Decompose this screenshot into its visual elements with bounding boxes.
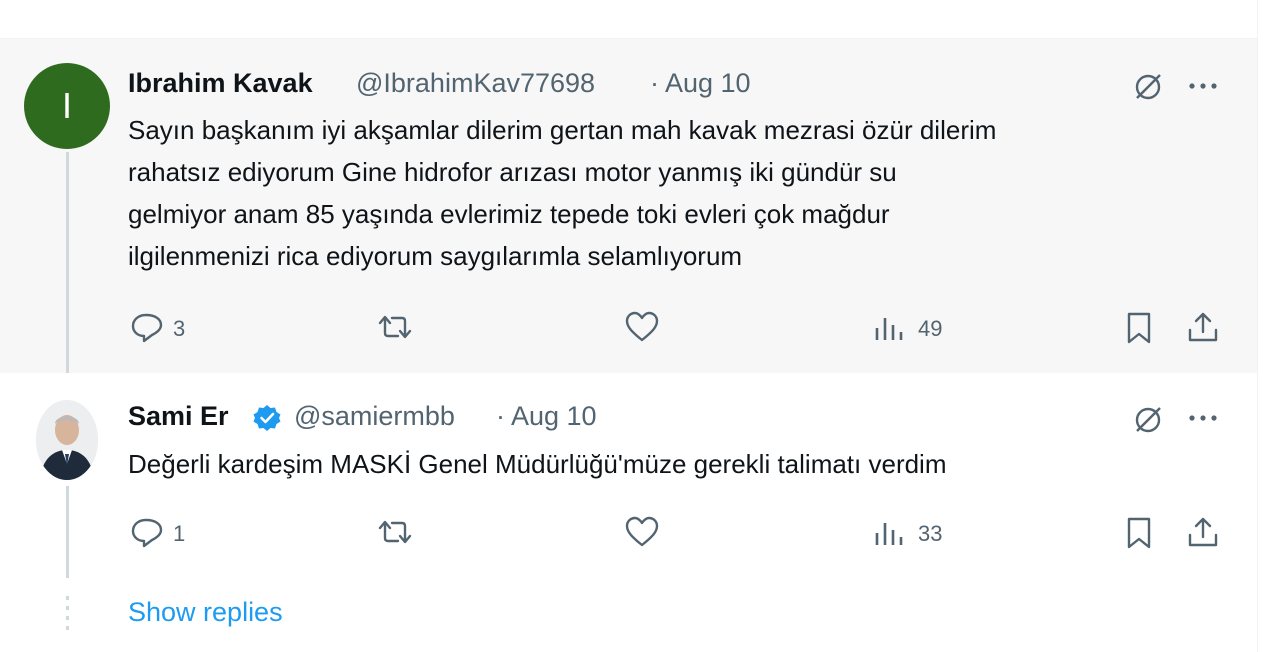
- tweet-text-line: ilgilenmenizi rica ediyorum saygılarımla…: [128, 241, 743, 271]
- grok-icon[interactable]: [1131, 70, 1165, 104]
- thread-dotted-line: [66, 596, 69, 636]
- reply-icon[interactable]: [130, 311, 164, 343]
- more-icon[interactable]: [1186, 406, 1220, 430]
- tweet-text-line: gelmiyor anam 85 yaşında evlerimiz teped…: [128, 199, 890, 229]
- like-icon[interactable]: [624, 310, 660, 344]
- conversation-feed: I Ibrahim Kavak @IbrahimKav77698 · Aug 1…: [0, 0, 1258, 652]
- reply-icon[interactable]: [130, 516, 164, 548]
- like-icon[interactable]: [624, 515, 660, 549]
- tweet-date[interactable]: · Aug 10: [650, 68, 751, 99]
- avatar[interactable]: [36, 400, 98, 480]
- views-icon[interactable]: [872, 313, 906, 343]
- verified-icon: [253, 405, 281, 431]
- show-replies-link[interactable]: Show replies: [128, 597, 283, 628]
- views-count: 49: [918, 316, 943, 341]
- author-handle[interactable]: @samiermbb: [294, 401, 455, 432]
- more-icon[interactable]: [1186, 74, 1220, 98]
- top-bar: [0, 0, 1257, 39]
- views-count: 33: [918, 521, 943, 546]
- retweet-icon[interactable]: [374, 311, 416, 343]
- avatar[interactable]: I: [24, 63, 110, 149]
- retweet-icon[interactable]: [374, 516, 416, 548]
- share-icon[interactable]: [1186, 310, 1220, 344]
- tweet-text: Sayın başkanım iyi akşamlar dilerim gert…: [128, 109, 1228, 277]
- reply-count: 3: [173, 316, 186, 341]
- author-name[interactable]: Sami Er: [128, 401, 229, 432]
- tweet-text: Değerli kardeşim MASKİ Genel Müdürlüğü'm…: [128, 443, 1228, 485]
- author-name[interactable]: Ibrahim Kavak: [128, 68, 313, 99]
- views-icon[interactable]: [872, 518, 906, 548]
- thread-line: [66, 152, 69, 382]
- tweet-text-line: rahatsız ediyorum Gine hidrofor arızası …: [128, 157, 897, 187]
- tweet-date[interactable]: · Aug 10: [496, 401, 597, 432]
- author-handle[interactable]: @IbrahimKav77698: [356, 68, 595, 99]
- tweet-text-line: Sayın başkanım iyi akşamlar dilerim gert…: [128, 115, 997, 145]
- bookmark-icon[interactable]: [1124, 311, 1154, 345]
- grok-icon[interactable]: [1131, 403, 1165, 437]
- tweet-text-line: Değerli kardeşim MASKİ Genel Müdürlüğü'm…: [128, 449, 947, 479]
- reply-count: 1: [173, 521, 186, 546]
- avatar-photo: [36, 400, 98, 480]
- share-icon[interactable]: [1186, 515, 1220, 549]
- bookmark-icon[interactable]: [1124, 516, 1154, 550]
- thread-line: [66, 486, 69, 578]
